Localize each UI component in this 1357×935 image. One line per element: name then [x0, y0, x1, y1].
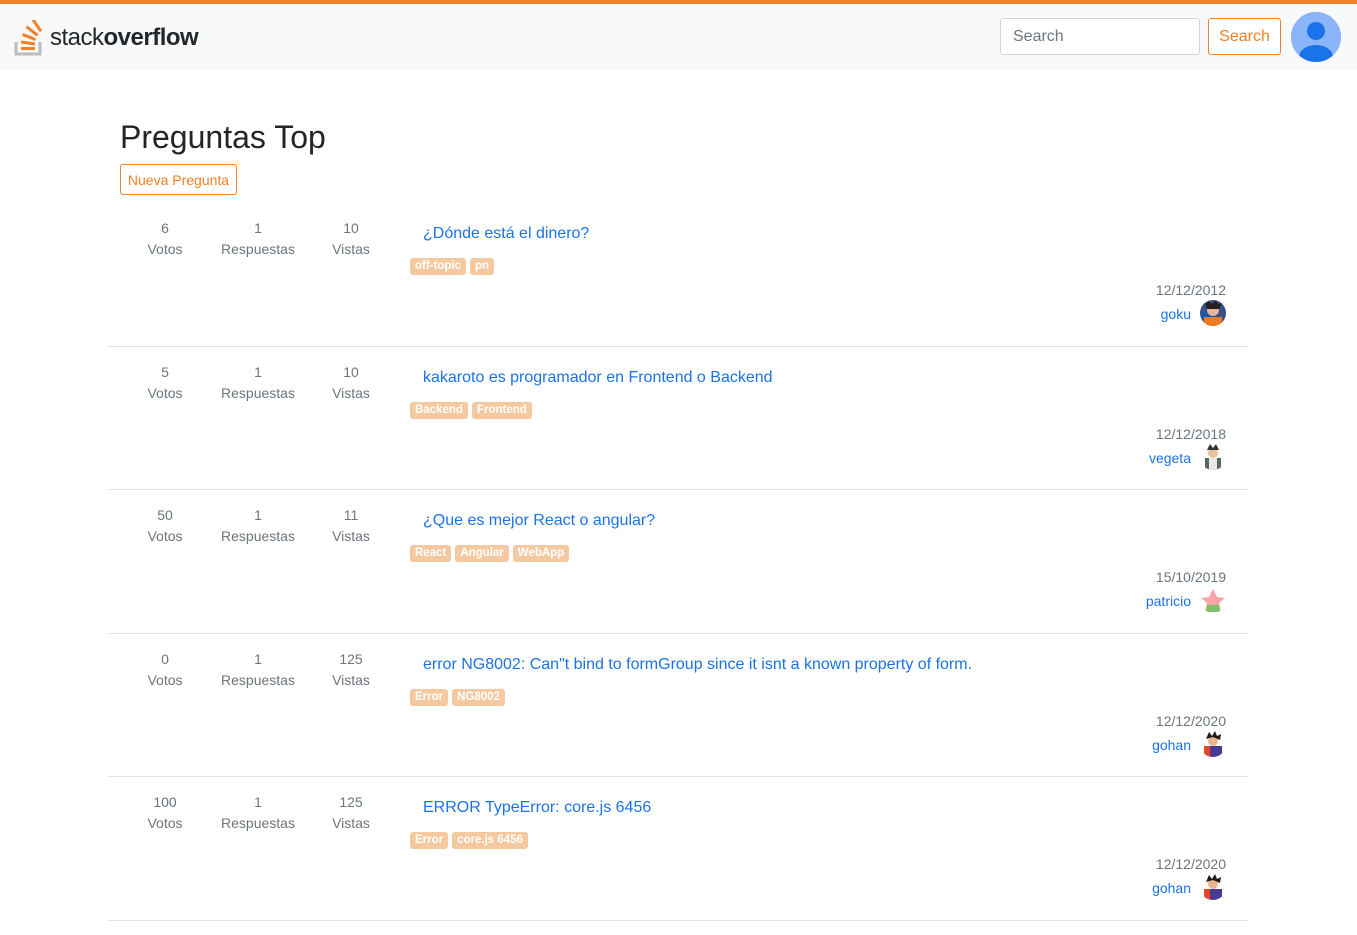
- answers-count: 1: [254, 220, 262, 236]
- votes-count: 6: [161, 220, 169, 236]
- answers-stat: 1 Respuestas: [213, 505, 303, 547]
- votes-stat: 100 Votos: [120, 792, 210, 834]
- user-avatar-icon[interactable]: [1291, 12, 1341, 62]
- question-date: 12/12/2020: [1155, 856, 1226, 872]
- tag[interactable]: core.js 6456: [452, 832, 528, 849]
- question-row: 100 Votos 1 Respuestas 125 Vistas ERROR …: [108, 777, 1248, 921]
- answers-count: 1: [254, 363, 262, 380]
- question-title-link[interactable]: ERROR TypeError: core.js 6456: [423, 799, 651, 817]
- votes-count: 50: [157, 507, 173, 523]
- tag[interactable]: NG8002: [452, 688, 505, 706]
- answers-label: Respuestas: [221, 241, 295, 257]
- views-stat: 10 Vistas: [306, 362, 396, 404]
- page-title: Preguntas Top: [120, 119, 326, 155]
- views-count: 125: [339, 650, 363, 667]
- views-label: Vistas: [332, 384, 370, 401]
- author-avatar-icon[interactable]: [1200, 587, 1226, 613]
- answers-count: 1: [254, 507, 262, 523]
- tag[interactable]: Error: [410, 688, 449, 706]
- views-label: Vistas: [332, 241, 370, 257]
- question-list: 6 Votos 1 Respuestas 10 Vistas ¿Dónde es…: [108, 203, 1248, 921]
- author-link[interactable]: gohan: [1152, 737, 1191, 753]
- answers-stat: 1 Respuestas: [213, 649, 303, 691]
- answers-stat: 1 Respuestas: [213, 218, 303, 260]
- author-link[interactable]: patricio: [1146, 593, 1191, 609]
- answers-label: Respuestas: [221, 528, 295, 544]
- author-avatar-icon[interactable]: [1200, 730, 1226, 757]
- author-link[interactable]: goku: [1161, 306, 1191, 322]
- votes-label: Votos: [147, 815, 183, 831]
- tag-list: Backend Frontend: [410, 401, 532, 419]
- search-input[interactable]: [1000, 18, 1200, 55]
- author-link[interactable]: vegeta: [1149, 450, 1191, 466]
- answers-label: Respuestas: [221, 815, 295, 831]
- question-title-link[interactable]: error NG8002: Can"t bind to formGroup si…: [423, 656, 972, 674]
- views-count: 125: [339, 794, 363, 810]
- views-count: 10: [343, 220, 359, 236]
- logo-text: stackoverflow: [50, 24, 199, 52]
- tag[interactable]: Error: [410, 832, 449, 849]
- question-row: 5 Votos 1 Respuestas 10 Vistas kakaroto …: [108, 347, 1248, 490]
- views-stat: 125 Vistas: [306, 792, 396, 834]
- votes-count: 100: [153, 794, 177, 810]
- votes-count: 0: [161, 650, 169, 667]
- author-avatar-icon[interactable]: [1200, 443, 1226, 470]
- question-title-link[interactable]: ¿Que es mejor React o angular?: [423, 512, 655, 530]
- tag[interactable]: WebApp: [512, 545, 570, 562]
- answers-stat: 1 Respuestas: [213, 792, 303, 834]
- question-title-link[interactable]: ¿Dónde está el dinero?: [423, 225, 589, 243]
- votes-label: Votos: [147, 384, 183, 401]
- answers-label: Respuestas: [221, 384, 295, 401]
- views-count: 10: [343, 363, 359, 380]
- answers-stat: 1 Respuestas: [213, 362, 303, 404]
- question-row: 6 Votos 1 Respuestas 10 Vistas ¿Dónde es…: [108, 203, 1248, 347]
- votes-stat: 0 Votos: [120, 649, 210, 691]
- question-title-link[interactable]: kakaroto es programador en Frontend o Ba…: [423, 369, 773, 387]
- tag[interactable]: React: [410, 545, 452, 562]
- votes-label: Votos: [147, 241, 183, 257]
- question-date: 15/10/2019: [1155, 569, 1226, 585]
- votes-label: Votos: [147, 528, 183, 544]
- tag-list: off-topic pn: [410, 258, 495, 275]
- views-label: Vistas: [332, 671, 370, 688]
- answers-count: 1: [254, 650, 262, 667]
- logo-text-light: stack: [50, 24, 104, 51]
- views-label: Vistas: [332, 815, 370, 831]
- votes-count: 5: [161, 363, 169, 380]
- tag[interactable]: off-topic: [410, 258, 466, 275]
- new-question-button[interactable]: Nueva Pregunta: [120, 164, 237, 195]
- stackoverflow-logo-icon: [14, 20, 43, 56]
- tag[interactable]: Angular: [455, 545, 509, 562]
- navbar: stackoverflow Search: [0, 4, 1357, 70]
- votes-stat: 5 Votos: [120, 362, 210, 404]
- question-date: 12/12/2012: [1155, 282, 1226, 298]
- tag[interactable]: Frontend: [471, 401, 532, 419]
- views-stat: 10 Vistas: [306, 218, 396, 260]
- logo-text-bold: overflow: [103, 24, 199, 51]
- question-date: 12/12/2018: [1155, 425, 1226, 442]
- views-label: Vistas: [332, 528, 370, 544]
- answers-count: 1: [254, 794, 262, 810]
- question-date: 12/12/2020: [1155, 712, 1226, 729]
- author-avatar-icon[interactable]: [1200, 300, 1226, 326]
- author-avatar-icon[interactable]: [1200, 874, 1226, 900]
- views-count: 11: [343, 507, 359, 523]
- tag[interactable]: Backend: [410, 401, 468, 419]
- question-row: 50 Votos 1 Respuestas 11 Vistas ¿Que es …: [108, 490, 1248, 634]
- votes-label: Votos: [147, 671, 183, 688]
- logo[interactable]: stackoverflow: [14, 20, 199, 56]
- search-button[interactable]: Search: [1208, 18, 1281, 55]
- tag-list: Error core.js 6456: [410, 832, 528, 849]
- tag-list: React Angular WebApp: [410, 545, 570, 562]
- votes-stat: 50 Votos: [120, 505, 210, 547]
- views-stat: 11 Vistas: [306, 505, 396, 547]
- answers-label: Respuestas: [221, 671, 295, 688]
- votes-stat: 6 Votos: [120, 218, 210, 260]
- author-link[interactable]: gohan: [1152, 880, 1191, 896]
- tag-list: Error NG8002: [410, 688, 505, 706]
- views-stat: 125 Vistas: [306, 649, 396, 691]
- question-row: 0 Votos 1 Respuestas 125 Vistas error NG…: [108, 634, 1248, 777]
- tag[interactable]: pn: [469, 258, 495, 275]
